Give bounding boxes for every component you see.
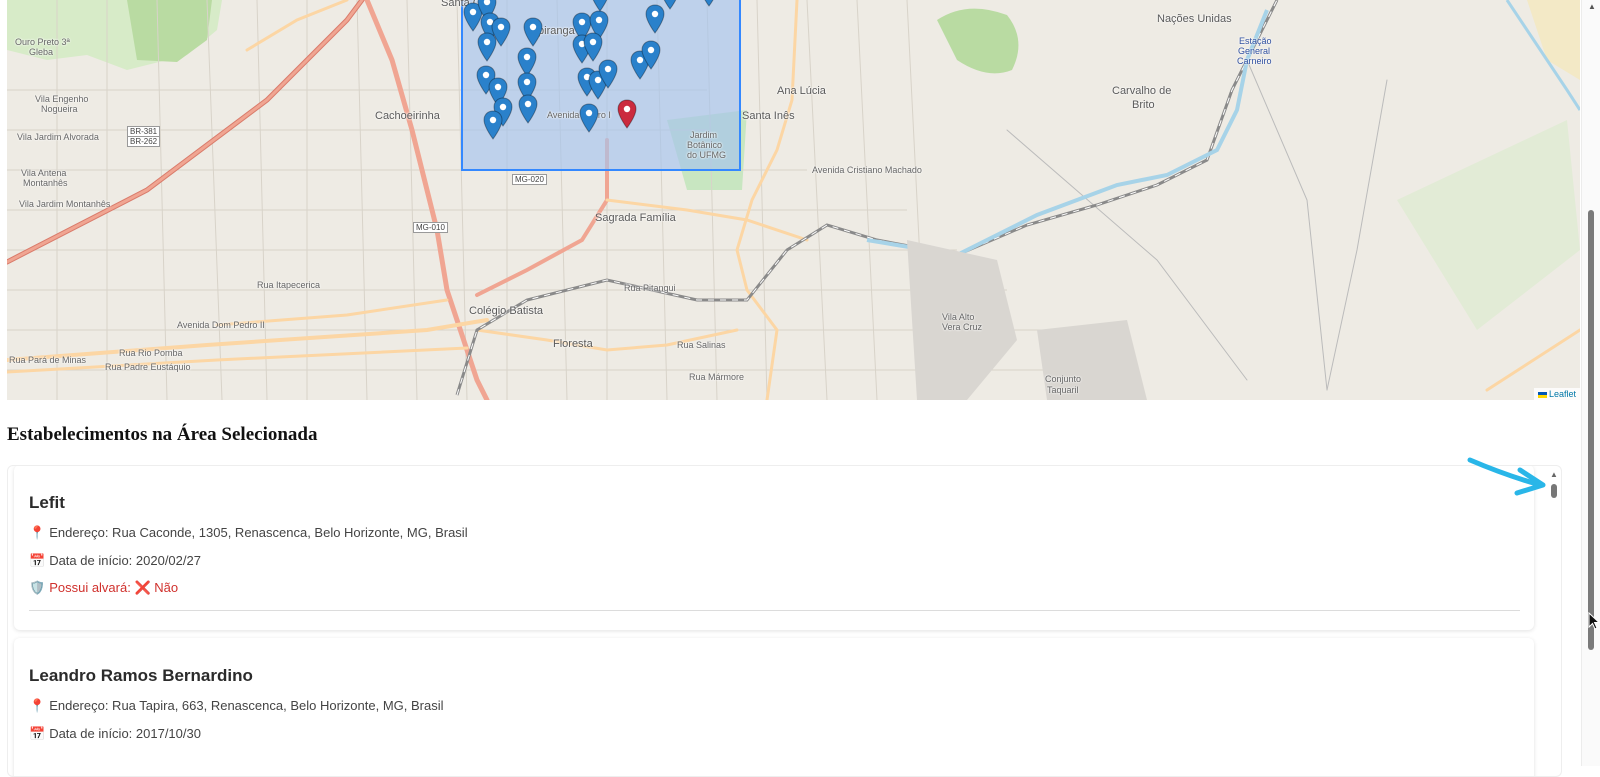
page-scrollbar-thumb[interactable]: [1588, 210, 1594, 650]
street-label: Rua Rio Pomba: [119, 348, 183, 358]
date-row: 📅 Data de início: 2017/10/30: [29, 726, 201, 742]
road-shield: MG-010: [413, 222, 448, 233]
map-pin-icon[interactable]: [590, 0, 610, 12]
date-row: 📅 Data de início: 2020/02/27: [29, 553, 201, 569]
road-shield: BR-262: [127, 136, 161, 147]
alvara-row: 🛡️ Possui alvará: ❌ Não: [29, 580, 178, 596]
place-label: Conjunto: [1045, 374, 1082, 384]
establishment-name: Lefit: [29, 493, 65, 512]
place-label: Ana Lúcia: [777, 85, 826, 97]
place-label: do UFMG: [687, 150, 727, 160]
place-label: Brito: [1132, 99, 1155, 111]
road-shield: MG-020: [512, 174, 547, 185]
divider: [29, 610, 1520, 611]
street-label: Avenida Cristiano Machado: [812, 165, 922, 175]
place-label: Nações Unidas: [1157, 13, 1232, 25]
place-label: Vera Cruz: [942, 322, 983, 332]
mouse-cursor-icon: [1588, 612, 1600, 630]
place-label: Estação: [1239, 36, 1272, 46]
street-label: Rua Pitangui: [624, 283, 676, 293]
alvara-value: Não: [154, 580, 179, 595]
establishment-name: Leandro Ramos Bernardino: [29, 666, 253, 685]
section-title: Estabelecimentos na Área Selecionada: [7, 424, 318, 445]
map-pin-icon[interactable]: [583, 32, 603, 62]
pin-icon: 📍: [29, 525, 46, 540]
page-scrollbar[interactable]: ▲: [1581, 0, 1600, 766]
place-label: Gleba: [29, 47, 54, 57]
place-label: Carneiro: [1237, 56, 1272, 66]
map-pin-icon[interactable]: [579, 103, 599, 133]
map-pin-icon[interactable]: [483, 110, 503, 140]
date-text: Data de início: 2020/02/27: [49, 553, 201, 568]
place-label: Santa Inês: [742, 110, 795, 122]
shield-icon: 🛡️: [29, 580, 46, 595]
establishments-list[interactable]: Lefit 📍 Endereço: Rua Caconde, 1305, Rena…: [7, 465, 1562, 777]
place-label: Sagrada Família: [595, 212, 676, 224]
calendar-icon: 📅: [29, 553, 46, 568]
pin-icon: 📍: [29, 698, 46, 713]
place-label: General: [1238, 46, 1271, 56]
street-label: Rua Mármore: [689, 372, 745, 382]
place-label: Cachoeirinha: [375, 110, 440, 122]
place-label: Vila Antena: [21, 168, 67, 178]
place-label: Carvalho de: [1112, 85, 1172, 97]
establishment-card[interactable]: Leandro Ramos Bernardino 📍 Endereço: Rua …: [14, 638, 1534, 776]
leaflet-link[interactable]: Leaflet: [1549, 389, 1576, 399]
place-label: Floresta: [553, 338, 593, 350]
place-label: Botânico: [687, 140, 723, 150]
map-pin-icon[interactable]: [523, 17, 543, 47]
establishment-card[interactable]: Lefit 📍 Endereço: Rua Caconde, 1305, Rena…: [14, 466, 1534, 630]
place-label: Vila Jardim Montanhês: [19, 199, 111, 209]
street-label: Rua Salinas: [677, 340, 726, 350]
place-label: Jardim: [690, 130, 718, 140]
place-label: Nogueira: [41, 104, 78, 114]
place-label: Vila Alto: [942, 312, 975, 322]
place-label: Ouro Preto 3ª: [15, 37, 70, 47]
map[interactable]: Santa Cruz Ipiranga Cachoeirinha Ana Lúc…: [7, 0, 1580, 400]
list-scrollbar[interactable]: ▲: [1547, 466, 1561, 776]
map-pin-selected-icon[interactable]: [617, 99, 637, 129]
map-pin-icon[interactable]: [699, 0, 719, 7]
place-label: Colégio Batista: [469, 305, 543, 317]
address-text: Endereço: Rua Tapira, 663, Renascenca, B…: [49, 698, 444, 713]
street-label: Rua Itapecerica: [257, 280, 321, 290]
alvara-label: Possui alvará:: [49, 580, 131, 595]
date-text: Data de início: 2017/10/30: [49, 726, 201, 741]
street-label: Avenida Dom Pedro II: [177, 320, 265, 330]
street-label: Rua Padre Eustáquio: [105, 362, 191, 372]
map-pin-icon[interactable]: [660, 0, 680, 10]
calendar-icon: 📅: [29, 726, 46, 741]
annotation-arrow-icon: [1467, 457, 1546, 496]
address-text: Endereço: Rua Caconde, 1305, Renascenca,…: [49, 525, 468, 540]
place-label: Montanhês: [23, 178, 68, 188]
map-pin-icon[interactable]: [477, 32, 497, 62]
map-attribution[interactable]: Leaflet: [1533, 388, 1580, 400]
cross-icon: ❌: [134, 580, 151, 595]
map-pin-icon[interactable]: [518, 94, 538, 124]
place-label: Vila Engenho: [35, 94, 89, 104]
address-row: 📍 Endereço: Rua Caconde, 1305, Renascenca…: [29, 525, 468, 541]
scroll-up-icon[interactable]: ▲: [1588, 2, 1596, 11]
place-label: Taquaril: [1047, 385, 1079, 395]
map-tiles: [7, 0, 1580, 400]
map-pin-icon[interactable]: [641, 40, 661, 70]
ukraine-flag-icon: [1537, 391, 1547, 398]
map-pin-icon[interactable]: [598, 59, 618, 89]
place-label: Vila Jardim Alvorada: [17, 132, 99, 142]
street-label: Rua Pará de Minas: [9, 355, 87, 365]
address-row: 📍 Endereço: Rua Tapira, 663, Renascenca, …: [29, 698, 444, 714]
